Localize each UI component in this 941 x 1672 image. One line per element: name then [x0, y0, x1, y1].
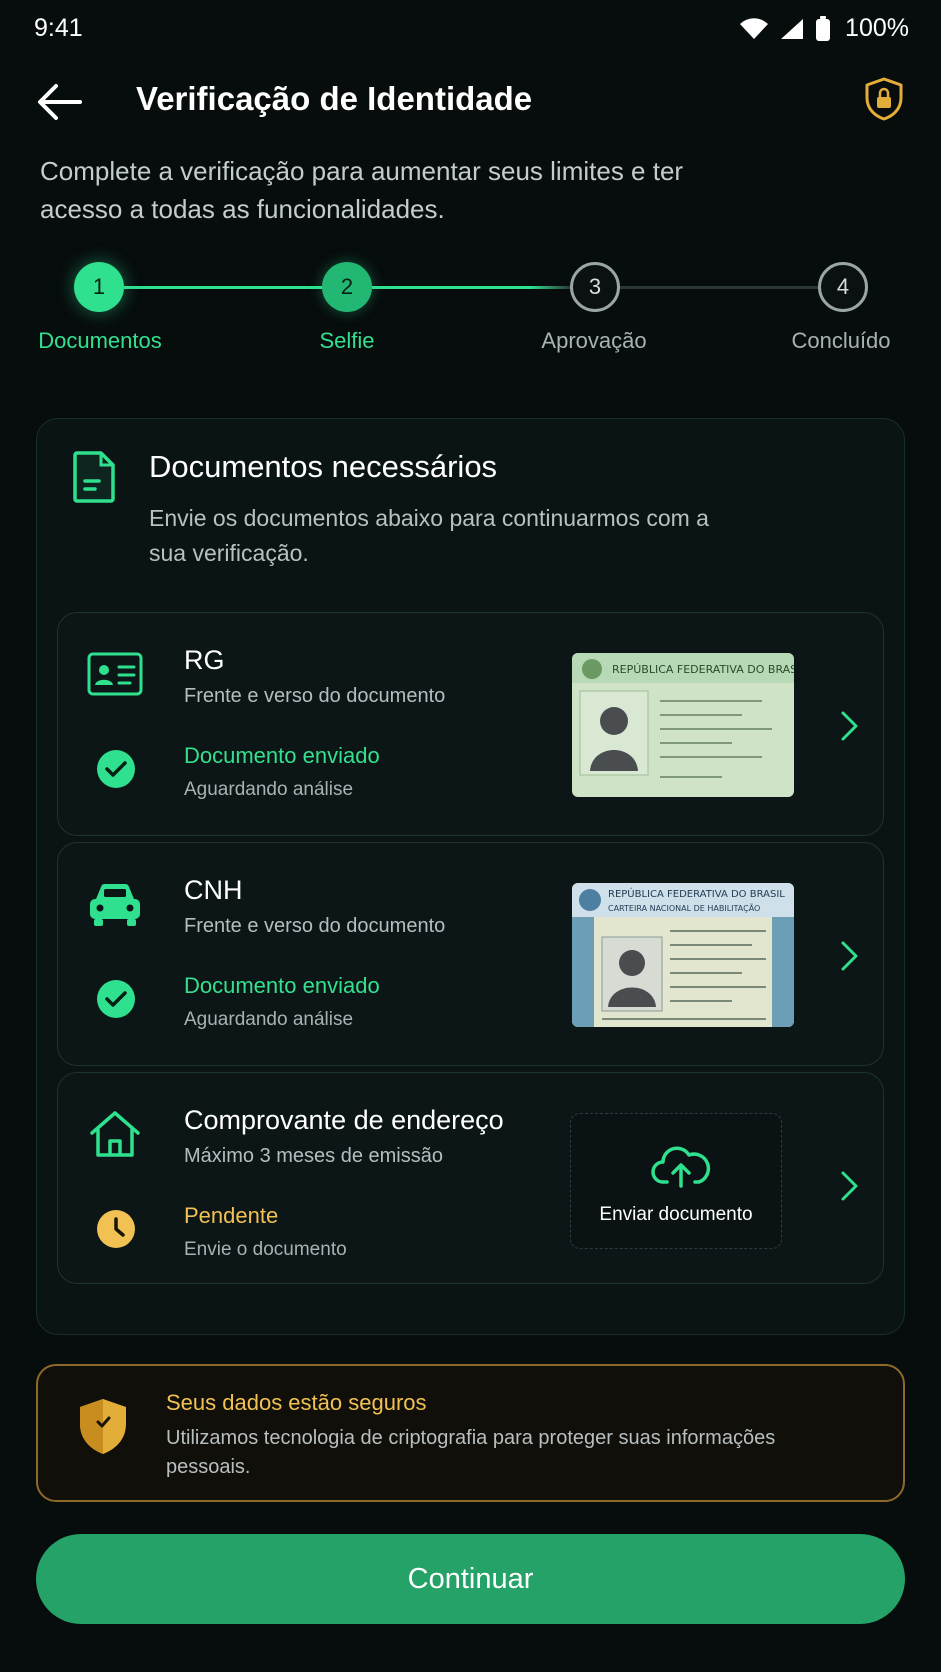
progress-stepper: 1 2 3 4 Documentos Selfie Aprovação Conc…: [0, 262, 941, 362]
clock-icon: [97, 1210, 135, 1248]
house-icon: [90, 1111, 140, 1157]
step-2-circle: 2: [322, 262, 372, 312]
svg-text:CARTEIRA NACIONAL DE HABILITAÇ: CARTEIRA NACIONAL DE HABILITAÇÃO: [608, 903, 760, 913]
check-circle-icon: [97, 750, 135, 788]
status-bar: 9:41 100%: [0, 0, 941, 58]
document-subtitle: Máximo 3 meses de emissão: [184, 1145, 443, 1167]
step-4-label: Concluído: [791, 328, 891, 353]
upload-document-button[interactable]: Enviar documento: [570, 1113, 782, 1249]
security-notice: Seus dados estão seguros Utilizamos tecn…: [36, 1364, 905, 1502]
status-time: 9:41: [34, 14, 83, 42]
document-status-detail: Envie o documento: [184, 1239, 347, 1260]
chevron-right-icon[interactable]: [839, 939, 861, 973]
app-bar: Verificação de Identidade: [0, 68, 941, 134]
car-icon: [90, 883, 140, 926]
wifi-icon: [740, 17, 769, 39]
check-circle-icon: [97, 980, 135, 1018]
page-title: Verificação de Identidade: [136, 80, 533, 117]
chevron-right-icon[interactable]: [839, 709, 861, 743]
signal-icon: [781, 18, 804, 39]
document-status: Pendente: [184, 1203, 279, 1228]
document-icon: [73, 451, 115, 503]
shield-check-icon: [80, 1399, 126, 1454]
cnh-document-thumbnail: REPÚBLICA FEDERATIVA DO BRASIL CARTEIRA …: [572, 883, 794, 1027]
step-4-circle: 4: [818, 262, 868, 312]
card-description: Envie os documentos abaixo para continua…: [149, 505, 709, 566]
chevron-right-icon[interactable]: [839, 1169, 861, 1203]
document-status: Documento enviado: [184, 743, 380, 768]
svg-text:REPÚBLICA FEDERATIVA DO BRASIL: REPÚBLICA FEDERATIVA DO BRASIL: [608, 887, 785, 900]
document-status-detail: Aguardando análise: [184, 779, 354, 800]
step-3-circle: 3: [570, 262, 620, 312]
documents-card: Documentos necessários Envie os document…: [36, 418, 905, 1335]
battery-icon: [816, 15, 831, 41]
id-card-icon: [87, 652, 143, 696]
document-item-rg[interactable]: RG Frente e verso do documento Documento…: [57, 612, 884, 836]
rg-document-thumbnail: REPÚBLICA FEDERATIVA DO BRASIL: [572, 653, 794, 797]
back-arrow-icon[interactable]: [36, 80, 84, 124]
document-status-detail: Aguardando análise: [184, 1009, 354, 1030]
step-1-label: Documentos: [38, 328, 162, 353]
step-2-label: Selfie: [319, 328, 375, 353]
document-name: CNH: [184, 875, 243, 905]
security-description: Utilizamos tecnologia de criptografia pa…: [166, 1427, 776, 1478]
document-name: Comprovante de endereço: [184, 1105, 504, 1135]
status-icons: 100%: [739, 14, 909, 43]
step-connector-3: [620, 286, 818, 289]
continue-button[interactable]: Continuar: [36, 1534, 905, 1624]
shield-lock-icon[interactable]: [863, 76, 905, 122]
step-1-circle: 1: [74, 262, 124, 312]
document-name: RG: [184, 645, 225, 675]
document-subtitle: Frente e verso do documento: [184, 915, 446, 937]
document-status: Documento enviado: [184, 973, 380, 998]
upload-label: Enviar documento: [599, 1204, 753, 1225]
battery-percent: 100%: [845, 14, 909, 42]
page-subtitle: Complete a verificação para aumentar seu…: [40, 156, 684, 224]
document-item-address-proof[interactable]: Comprovante de endereço Máximo 3 meses d…: [57, 1072, 884, 1284]
step-3-label: Aprovação: [541, 328, 647, 353]
card-title: Documentos necessários: [149, 449, 498, 484]
step-connector-1: [124, 286, 322, 289]
document-subtitle: Frente e verso do documento: [184, 685, 446, 707]
document-item-cnh[interactable]: CNH Frente e verso do documento Document…: [57, 842, 884, 1066]
svg-text:REPÚBLICA FEDERATIVA DO BRASIL: REPÚBLICA FEDERATIVA DO BRASIL: [612, 663, 794, 676]
cloud-upload-icon: [651, 1146, 711, 1188]
step-connector-2: [372, 286, 570, 289]
security-title: Seus dados estão seguros: [166, 1390, 427, 1415]
